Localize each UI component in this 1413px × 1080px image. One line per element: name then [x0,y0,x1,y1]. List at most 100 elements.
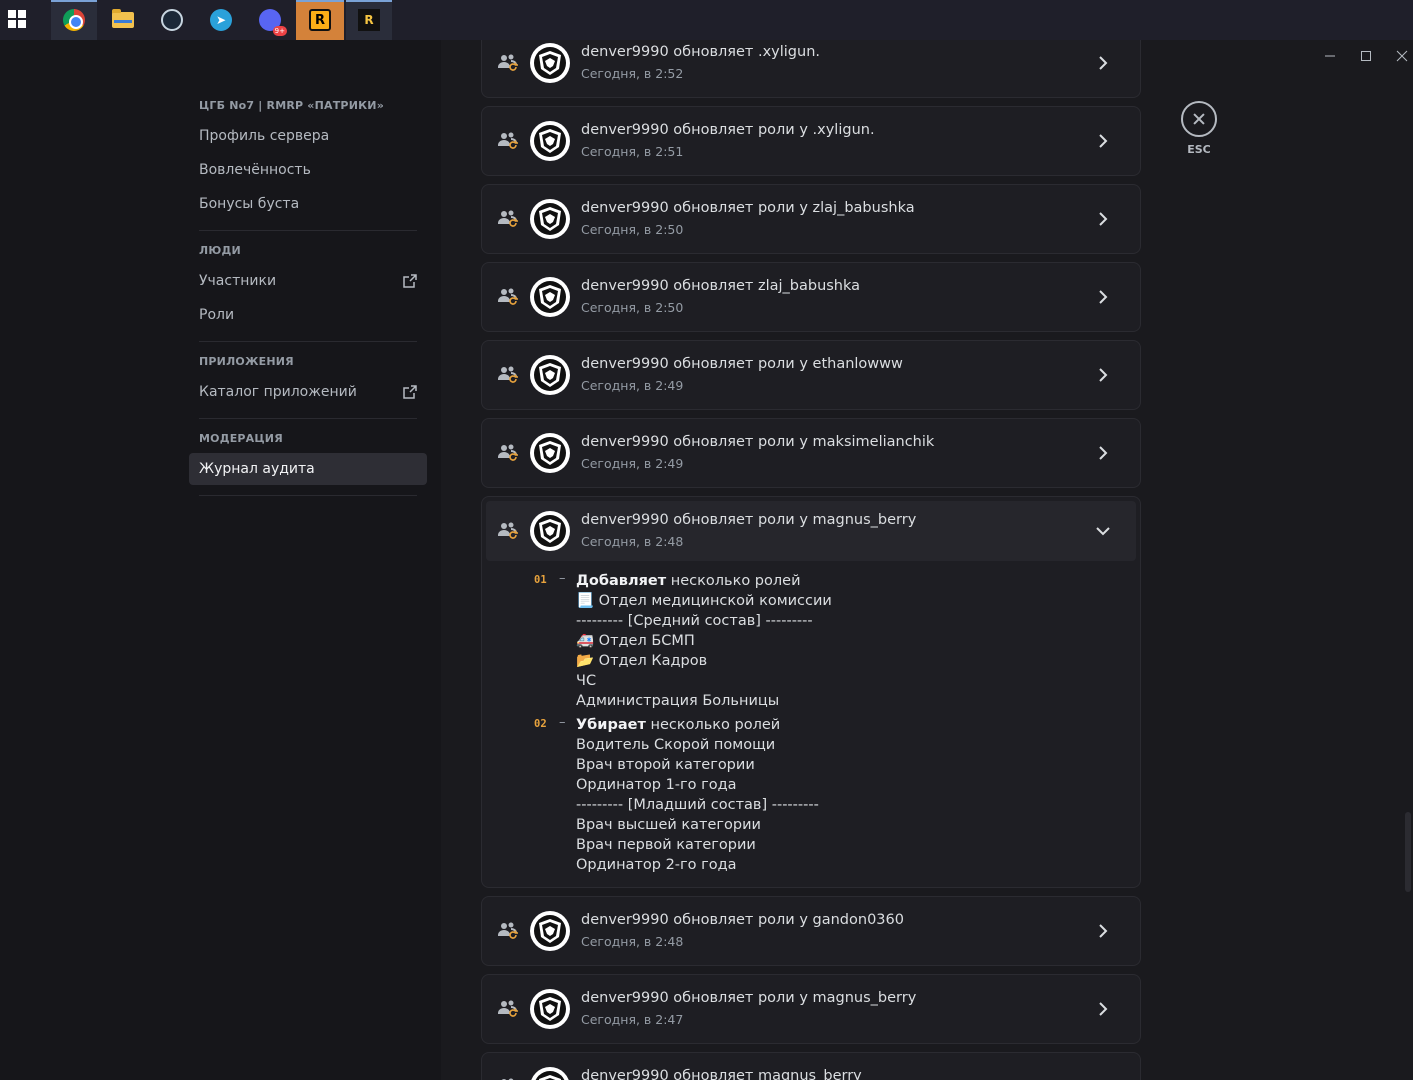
audit-log-entry-header[interactable]: denver9990 обновляет zlaj_babushka Сегодн… [482,263,1140,331]
chevron-right-icon[interactable] [1094,288,1112,306]
entry-title: denver9990 обновляет роли у magnus_berry [581,990,917,1006]
nav-divider [199,341,417,342]
nav-item-boost-perks[interactable]: Бонусы буста [189,188,427,220]
esc-label: ESC [1187,143,1211,156]
audit-log-entry[interactable]: denver9990 обновляет роли у zlaj_babushk… [481,184,1141,254]
steam-icon[interactable] [149,0,195,40]
role-name: Ординатор 2-го года [576,857,737,873]
avatar[interactable] [530,1067,570,1080]
avatar[interactable] [530,911,570,951]
role-name: 📃 Отдел медицинской комиссии [576,593,832,609]
member-update-icon [501,1078,514,1080]
nav-item-server-profile[interactable]: Профиль сервера [189,120,427,152]
file-explorer-icon[interactable] [100,0,146,40]
settings-sidebar: ЦГБ No7 | RMRP «ПАТРИКИ» Профиль сервера… [0,40,441,1080]
chevron-right-icon[interactable] [1094,132,1112,150]
audit-log-entry-header[interactable]: denver9990 обновляет роли у .xyligun. Сег… [482,107,1140,175]
entry-timestamp: Сегодня, в 2:51 [581,144,684,159]
rage-mp-icon[interactable]: R [346,0,392,40]
audit-log-panel: denver9990 обновляет .xyligun. Сегодня, в… [441,40,1413,1080]
chrome-icon[interactable] [51,0,97,40]
audit-log-entry-header[interactable]: denver9990 обновляет роли у maksimelianc… [482,419,1140,487]
audit-log-list: denver9990 обновляет .xyligun. Сегодня, в… [481,40,1141,1080]
maximize-icon[interactable] [1356,46,1376,66]
role-name: 📂 Отдел Кадров [576,653,708,669]
audit-log-entry[interactable]: denver9990 обновляет magnus_berry [481,1052,1141,1080]
entry-title: denver9990 обновляет zlaj_babushka [581,278,861,294]
change-block: 01– Добавляет несколько ролей 📃 Отдел меди… [482,571,1140,711]
audit-log-entry-header[interactable]: denver9990 обновляет magnus_berry [482,1053,1140,1080]
avatar[interactable] [530,989,570,1029]
audit-log-entry[interactable]: denver9990 обновляет роли у magnus_berry… [481,974,1141,1044]
nav-divider [199,495,417,496]
avatar[interactable] [530,511,570,551]
audit-log-entry-header[interactable]: denver9990 обновляет роли у magnus_berry… [486,501,1136,561]
change-dash: – [559,571,566,586]
telegram-icon[interactable]: ➤ [198,0,244,40]
nav-item-app-directory[interactable]: Каталог приложений [189,376,427,408]
nav-item-audit-log[interactable]: Журнал аудита [189,453,427,485]
change-number: 02 [534,718,547,730]
entry-timestamp: Сегодня, в 2:49 [581,456,684,471]
chevron-right-icon[interactable] [1094,922,1112,940]
member-update-icon [498,54,518,71]
nav-item-members[interactable]: Участники [189,265,427,297]
chevron-right-icon[interactable] [1094,366,1112,384]
role-name: --------- [Младший состав] --------- [576,797,819,813]
audit-log-entry-header[interactable]: denver9990 обновляет роли у gandon0360 Се… [482,897,1140,965]
avatar[interactable] [530,355,570,395]
discord-badge: 9+ [272,26,287,36]
audit-log-entry[interactable]: denver9990 обновляет роли у .xyligun. Сег… [481,106,1141,176]
nav-header-moderation: МОДЕРАЦИЯ [199,432,283,445]
change-action: Добавляет [576,573,667,589]
audit-log-entry-header[interactable]: denver9990 обновляет .xyligun. Сегодня, в… [482,40,1140,97]
nav-header-server: ЦГБ No7 | RMRP «ПАТРИКИ» [199,99,385,112]
nav-divider [199,418,417,419]
role-name: ЧС [576,673,597,689]
minimize-icon[interactable] [1320,46,1340,66]
discord-icon[interactable]: 9+ [247,0,293,40]
role-name: Врач первой категории [576,837,756,853]
nav-item-members-label: Участники [199,273,277,289]
role-name: Водитель Скорой помощи [576,737,776,753]
entry-timestamp: Сегодня, в 2:52 [581,66,684,81]
windows-start-icon[interactable] [0,0,46,40]
avatar[interactable] [530,199,570,239]
close-window-icon[interactable] [1392,46,1412,66]
audit-log-entry[interactable]: denver9990 обновляет zlaj_babushka Сегодн… [481,262,1141,332]
nav-item-engagement[interactable]: Вовлечённость [189,154,427,186]
chevron-right-icon[interactable] [1094,210,1112,228]
role-name: Ординатор 1-го года [576,777,737,793]
change-action: Убирает [576,717,646,733]
entry-title: denver9990 обновляет роли у .xyligun. [581,122,875,138]
audit-log-entry-header[interactable]: denver9990 обновляет роли у ethanlowww Се… [482,341,1140,409]
audit-log-entry-header[interactable]: denver9990 обновляет роли у zlaj_babushk… [482,185,1140,253]
chevron-down-icon[interactable] [1094,522,1112,540]
avatar[interactable] [530,433,570,473]
nav-header-apps: ПРИЛОЖЕНИЯ [199,355,294,368]
nav-item-app-directory-label: Каталог приложений [199,384,357,400]
entry-title: denver9990 обновляет magnus_berry [581,1068,862,1080]
audit-log-entry[interactable]: denver9990 обновляет роли у gandon0360 Се… [481,896,1141,966]
avatar[interactable] [530,43,570,83]
role-name: Врач второй категории [576,757,755,773]
nav-item-roles[interactable]: Роли [189,299,427,331]
audit-log-entry[interactable]: denver9990 обновляет роли у magnus_berry… [481,496,1141,888]
chevron-right-icon[interactable] [1094,54,1112,72]
chevron-right-icon[interactable] [1094,1000,1112,1018]
avatar[interactable] [530,277,570,317]
change-summary: Убирает несколько ролей [576,715,1140,735]
settings-nav: ЦГБ No7 | RMRP «ПАТРИКИ» Профиль сервера… [189,98,427,508]
scrollbar-thumb[interactable] [1405,812,1411,892]
audit-log-entry[interactable]: denver9990 обновляет роли у maksimelianc… [481,418,1141,488]
audit-log-entry-header[interactable]: denver9990 обновляет роли у magnus_berry… [482,975,1140,1043]
entry-timestamp: Сегодня, в 2:48 [581,934,684,949]
close-icon[interactable] [1181,101,1217,137]
avatar[interactable] [530,121,570,161]
entry-timestamp: Сегодня, в 2:47 [581,1012,684,1027]
audit-log-entry[interactable]: denver9990 обновляет роли у ethanlowww Се… [481,340,1141,410]
close-settings[interactable]: ESC [1181,101,1217,156]
rockstar-launcher-icon[interactable]: R [296,0,344,40]
chevron-right-icon[interactable] [1094,444,1112,462]
audit-log-entry[interactable]: denver9990 обновляет .xyligun. Сегодня, в… [481,40,1141,98]
